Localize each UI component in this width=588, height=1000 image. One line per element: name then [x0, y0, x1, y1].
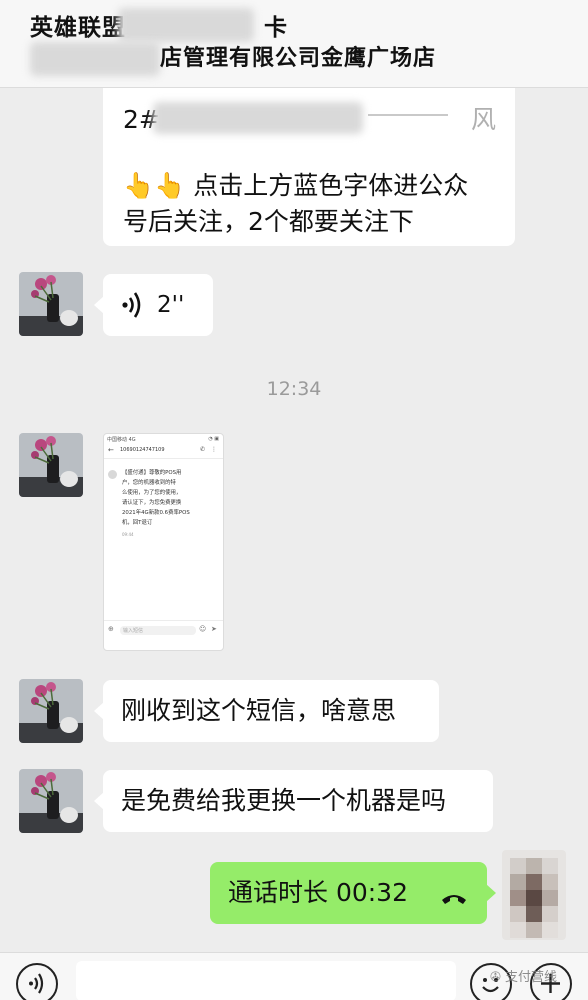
- back-arrow-icon: ←: [108, 446, 114, 454]
- chat-header: 英雄联盟 卡 店管理有限公司金鹰广场店: [0, 0, 588, 88]
- chat-title-prefix: 英雄联盟: [30, 15, 126, 41]
- sms-status-right: ◔ ▣: [208, 436, 219, 442]
- top-card-suffix: 风: [471, 105, 497, 134]
- avatar[interactable]: [19, 433, 83, 497]
- message-received-sms[interactable]: 刚收到这个短信，啥意思: [94, 680, 439, 742]
- sms-body: 【盛付通】尊敬的POS用 户，您的机器收到的特 么使用，为了您的使用， 请认证下…: [122, 470, 190, 526]
- sms-input-box: 输入短信: [120, 626, 196, 635]
- sms-header-divider: [104, 458, 223, 459]
- redacted-card-blur: [153, 102, 363, 134]
- sms-status-left: 中国移动 4G: [107, 437, 136, 443]
- chat-timestamp: 12:34: [266, 378, 322, 400]
- link-underline: [368, 114, 448, 116]
- sms-screenshot-image[interactable]: 中国移动 4G ◔ ▣ ← 10690124747109 ✆ ⋮ 【盛付通】尊敬…: [103, 433, 224, 651]
- phone-hangup-icon: [439, 882, 469, 918]
- phone-icon: ✆: [199, 446, 205, 453]
- avatar[interactable]: [19, 769, 83, 833]
- watermark: ✇ 支付营线: [490, 966, 557, 985]
- top-card-instruction: 👆👆 点击上方蓝色字体进公众: [123, 171, 469, 200]
- more-menu-icon: ⋮: [211, 446, 217, 453]
- top-card-instruction-2: 号后关注，2个都要关注下: [123, 207, 414, 236]
- call-duration-text: 通话时长 00:32: [228, 878, 408, 907]
- sms-input-divider: [104, 620, 223, 621]
- voice-duration: 2'': [157, 292, 185, 318]
- message-top-card[interactable]: 2# 风 👆👆 点击上方蓝色字体进公众 号后关注，2个都要关注下: [103, 88, 515, 246]
- watermark-text: 支付营线: [505, 970, 558, 985]
- voice-icon: [29, 973, 44, 994]
- redacted-title-blur: [118, 8, 254, 42]
- sms-send-icon: ➤: [211, 625, 217, 633]
- sms-time: 09:44: [122, 532, 134, 537]
- wechat-logo-icon: ✇: [490, 970, 501, 985]
- sms-sender: 10690124747109: [120, 447, 165, 453]
- chat-subtitle: 店管理有限公司金鹰广场店: [160, 46, 437, 71]
- sms-add-icon: ⊕: [108, 625, 114, 633]
- message-free-replace[interactable]: 是免费给我更换一个机器是吗: [94, 770, 493, 832]
- message-text: 是免费给我更换一个机器是吗: [121, 786, 447, 815]
- own-avatar[interactable]: [502, 850, 566, 940]
- avatar[interactable]: [19, 272, 83, 336]
- voice-message[interactable]: 2'': [94, 274, 213, 336]
- message-input[interactable]: [76, 961, 456, 1000]
- chat-title-suffix: 卡: [264, 15, 288, 41]
- sms-input-placeholder: 输入短信: [123, 628, 144, 634]
- avatar[interactable]: [19, 679, 83, 743]
- sms-emoji-icon: ☺: [199, 625, 207, 633]
- sms-contact-avatar: [108, 470, 117, 479]
- pointing-up-emoji-icon: 👆👆: [123, 171, 186, 200]
- redacted-subtitle-blur: [30, 42, 160, 76]
- call-duration-message[interactable]: 通话时长 00:32: [210, 862, 496, 924]
- message-text: 刚收到这个短信，啥意思: [121, 696, 397, 725]
- voice-wave-icon: [121, 291, 143, 329]
- voice-input-button[interactable]: [16, 963, 58, 1000]
